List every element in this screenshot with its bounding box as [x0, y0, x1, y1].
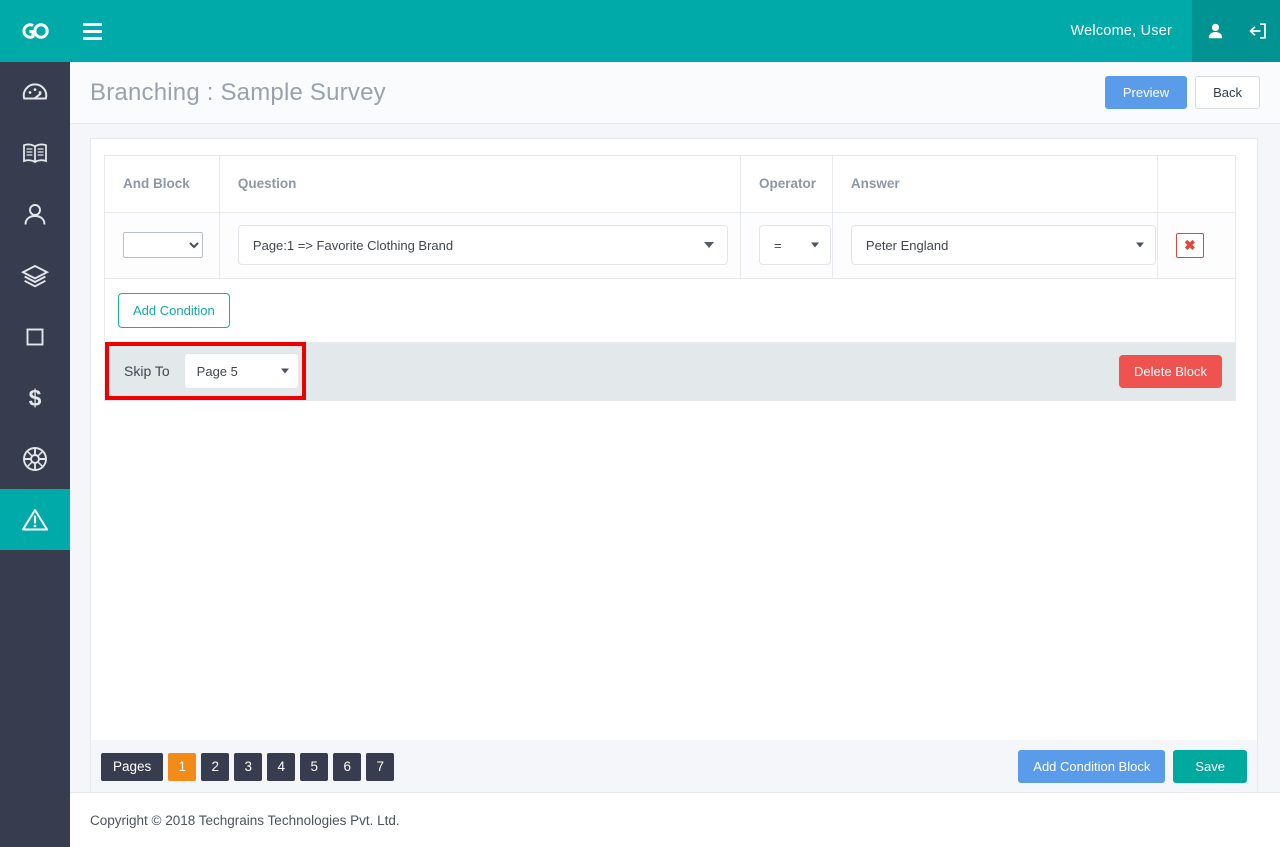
chevron-down-icon [1135, 242, 1144, 248]
page-header-bar: Branching : Sample Survey Preview Back [70, 62, 1280, 124]
sidebar-item-square[interactable] [0, 306, 70, 367]
chevron-down-icon [810, 242, 819, 248]
globe-icon [23, 446, 47, 471]
pages-pagination: Pages 1 2 3 4 5 6 7 [101, 752, 395, 781]
cell-actions: ✖ [1157, 212, 1235, 279]
page-button-1[interactable]: 1 [168, 752, 197, 781]
table-header-row: And Block Question Operator Answer [105, 156, 1235, 213]
user-icon [24, 203, 46, 225]
conditions-table-body: Page:1 => Favorite Clothing Brand = Pete… [105, 212, 1235, 279]
sidebar-item-billing[interactable]: $ [0, 367, 70, 428]
copyright-text: Copyright © 2018 Techgrains Technologies… [90, 812, 400, 828]
cell-and-block [105, 212, 220, 279]
sidebar-item-dashboard[interactable] [0, 62, 70, 123]
cell-operator: = [740, 212, 833, 279]
welcome-message: Welcome, User [1070, 23, 1172, 39]
hamburger-bar [82, 22, 102, 26]
column-header-answer: Answer [832, 156, 1158, 213]
sidebar-item-layers[interactable] [0, 245, 70, 306]
hamburger-bar [82, 36, 102, 40]
bottom-action-group: Add Condition Block Save [1018, 750, 1247, 783]
condition-block: And Block Question Operator Answer Page:… [104, 155, 1236, 401]
add-condition-row: Add Condition [105, 278, 1235, 343]
question-select[interactable]: Page:1 => Favorite Clothing Brand [237, 225, 728, 265]
save-button[interactable]: Save [1173, 750, 1247, 783]
page-button-4[interactable]: 4 [267, 752, 296, 781]
back-button[interactable]: Back [1195, 76, 1260, 109]
go-logo-icon [22, 23, 49, 39]
question-select-value: Page:1 => Favorite Clothing Brand [252, 237, 454, 253]
page-footer: Copyright © 2018 Techgrains Technologies… [70, 792, 1280, 847]
preview-button[interactable]: Preview [1104, 76, 1188, 109]
header-action-group: Preview Back [1104, 76, 1260, 109]
and-block-select[interactable] [123, 232, 203, 258]
answer-select-value: Peter England [865, 237, 949, 253]
page-title: Branching : Sample Survey [90, 78, 386, 106]
column-header-operator: Operator [740, 156, 833, 213]
remove-condition-icon: ✖ [1183, 236, 1196, 253]
add-condition-block-button[interactable]: Add Condition Block [1018, 750, 1166, 783]
chevron-down-icon [703, 242, 714, 248]
remove-condition-button[interactable]: ✖ [1175, 232, 1204, 258]
skip-to-select[interactable]: Page 5 [183, 353, 299, 389]
operator-select[interactable]: = [758, 225, 831, 265]
user-account-button[interactable] [1192, 0, 1236, 62]
skip-to-row: Skip To Page 5 Delete Block [105, 341, 1235, 400]
cell-question: Page:1 => Favorite Clothing Brand [219, 212, 741, 279]
column-header-question: Question [219, 156, 741, 213]
dashboard-speedometer-icon [22, 82, 48, 99]
column-header-and-block: And Block [105, 156, 220, 213]
left-sidebar-navigation: $ [0, 62, 70, 847]
add-condition-button[interactable]: Add Condition [118, 292, 230, 328]
conditions-table: And Block Question Operator Answer Page:… [105, 156, 1235, 279]
page-button-5[interactable]: 5 [300, 752, 329, 781]
operator-select-value: = [773, 237, 782, 253]
hamburger-menu-icon[interactable] [70, 0, 114, 62]
pages-label: Pages [101, 752, 164, 781]
book-icon [23, 143, 47, 163]
app-logo[interactable] [0, 0, 70, 62]
page-button-7[interactable]: 7 [366, 752, 395, 781]
answer-select[interactable]: Peter England [850, 225, 1156, 265]
page-button-2[interactable]: 2 [201, 752, 230, 781]
top-navigation-bar: Welcome, User [0, 0, 1280, 62]
dollar-icon: $ [29, 385, 42, 411]
bottom-action-bar: Pages 1 2 3 4 5 6 7 Add Condition Block … [90, 740, 1258, 794]
sidebar-item-surveys[interactable] [0, 489, 70, 550]
column-header-actions [1157, 156, 1235, 213]
page-button-3[interactable]: 3 [234, 752, 263, 781]
main-content-area: And Block Question Operator Answer Page:… [70, 124, 1280, 847]
user-account-icon [1208, 23, 1222, 39]
sidebar-item-users[interactable] [0, 184, 70, 245]
skip-to-select-value: Page 5 [196, 363, 238, 379]
conditions-table-header: And Block Question Operator Answer [105, 156, 1235, 213]
chevron-down-icon [280, 368, 289, 374]
layers-icon [21, 264, 49, 287]
logout-icon [1249, 23, 1266, 39]
cell-answer: Peter England [832, 212, 1158, 279]
hamburger-bar [82, 29, 102, 33]
square-icon [26, 328, 44, 345]
sidebar-item-global[interactable] [0, 428, 70, 489]
delete-block-button[interactable]: Delete Block [1119, 354, 1222, 388]
sidebar-item-library[interactable] [0, 123, 70, 184]
page-button-6[interactable]: 6 [333, 752, 362, 781]
warning-triangle-icon [22, 508, 48, 530]
table-row: Page:1 => Favorite Clothing Brand = Pete… [105, 212, 1235, 279]
skip-to-label: Skip To [124, 363, 170, 379]
svg-text:$: $ [29, 385, 42, 411]
logout-button[interactable] [1236, 0, 1280, 62]
branching-panel: And Block Question Operator Answer Page:… [90, 138, 1258, 740]
